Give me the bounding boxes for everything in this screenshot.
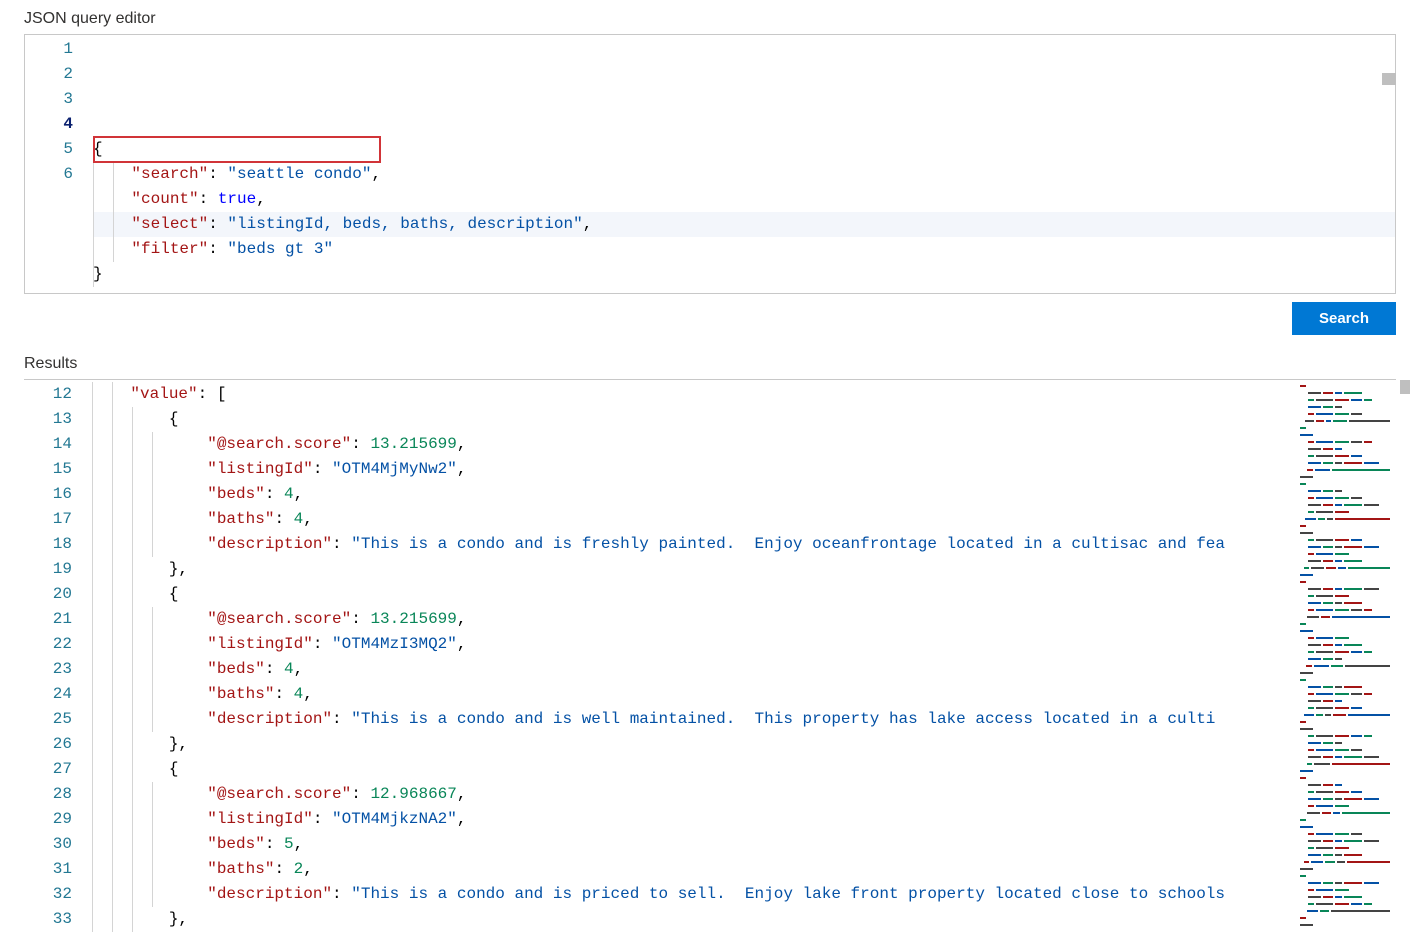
results-section-title: Results: [0, 335, 1420, 379]
json-query-editor[interactable]: 123456 { "search": "seattle condo", "cou…: [24, 34, 1396, 294]
editor-section-title: JSON query editor: [0, 0, 1420, 34]
results-minimap[interactable]: [1286, 380, 1396, 938]
results-gutter: 1213141516171819202122232425262728293031…: [24, 380, 92, 938]
search-button[interactable]: Search: [1292, 302, 1396, 335]
results-code-body[interactable]: "value": [ { "@search.score": 13.215699,…: [92, 380, 1286, 938]
results-viewer[interactable]: 1213141516171819202122232425262728293031…: [24, 379, 1396, 938]
editor-scrollbar-stub: [1382, 73, 1396, 85]
query-gutter: 123456: [25, 35, 93, 293]
results-scrollbar-stub: [1400, 380, 1410, 394]
query-code-body[interactable]: { "search": "seattle condo", "count": tr…: [93, 35, 1395, 293]
